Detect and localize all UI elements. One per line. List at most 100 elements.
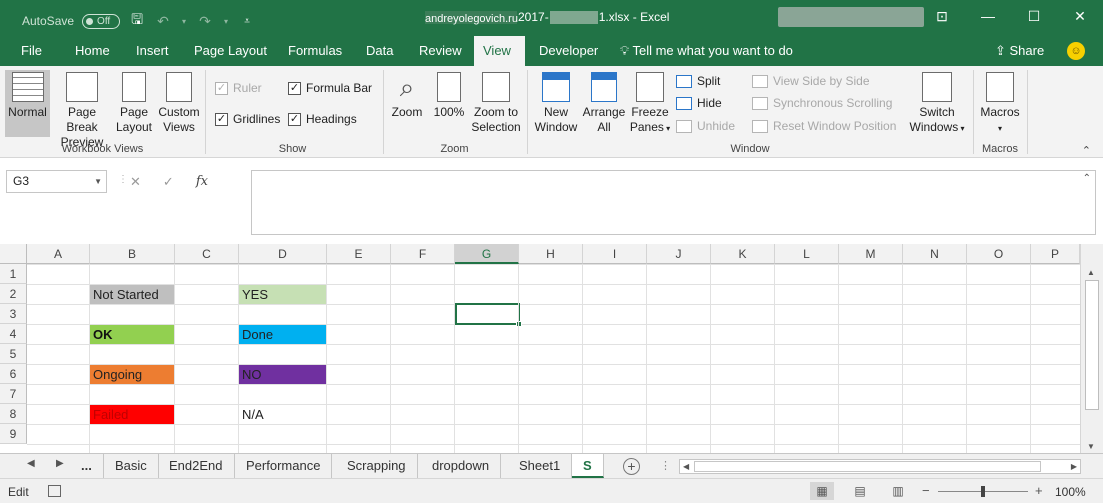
enter-icon[interactable]: ✓ — [163, 174, 174, 190]
next-sheet-icon[interactable]: ▶ — [56, 458, 64, 469]
column-header-f[interactable]: F — [391, 244, 455, 264]
cell-d6[interactable]: NO — [239, 365, 326, 384]
fill-handle[interactable] — [516, 321, 522, 327]
row-header-4[interactable]: 4 — [0, 324, 27, 344]
column-header-c[interactable]: C — [175, 244, 239, 264]
insert-function-icon[interactable]: fx — [196, 174, 208, 189]
column-header-d[interactable]: D — [239, 244, 327, 264]
zoom-in-icon[interactable]: + — [1035, 483, 1043, 498]
row-header-5[interactable]: 5 — [0, 344, 27, 364]
tab-insert[interactable]: Insert — [127, 36, 178, 66]
sheet-tab-end2end[interactable]: End2End — [158, 454, 235, 478]
cell-d8[interactable]: N/A — [239, 405, 326, 424]
column-header-o[interactable]: O — [967, 244, 1031, 264]
normal-view-status-icon[interactable]: ▦ — [810, 482, 834, 500]
switch-windows-button[interactable]: Switch Windows ▾ — [905, 70, 969, 136]
ribbon-display-icon[interactable]: ⊡ — [919, 0, 965, 32]
horizontal-scrollbar[interactable]: ◀ ▶ — [679, 459, 1081, 474]
tab-review[interactable]: Review — [410, 36, 471, 66]
row-header-3[interactable]: 3 — [0, 304, 27, 324]
column-header-p[interactable]: P — [1031, 244, 1080, 264]
sheet-tab-scrapping[interactable]: Scrapping — [336, 454, 418, 478]
cell-b2[interactable]: Not Started — [90, 285, 174, 304]
customize-qat-icon[interactable]: ⩡ — [238, 16, 256, 27]
cell-b6[interactable]: Ongoing — [90, 365, 174, 384]
redo-dropdown-icon[interactable]: ▾ — [222, 17, 230, 26]
column-header-h[interactable]: H — [519, 244, 583, 264]
undo-dropdown-icon[interactable]: ▾ — [180, 17, 188, 26]
formula-bar-checkbox[interactable]: ✓ Formula Bar — [288, 81, 372, 95]
name-box[interactable]: G3 ▼ — [6, 170, 107, 193]
scroll-right-icon[interactable]: ▶ — [1071, 460, 1077, 473]
sheet-tab-sheet1[interactable]: Sheet1 — [508, 454, 573, 478]
row-header-6[interactable]: 6 — [0, 364, 27, 384]
tab-developer[interactable]: Developer — [530, 36, 607, 66]
unhide-button[interactable]: Unhide — [676, 119, 735, 133]
column-header-m[interactable]: M — [839, 244, 903, 264]
zoom-button[interactable]: ⌕ Zoom — [388, 70, 426, 120]
zoom-100-button[interactable]: 100% — [432, 70, 466, 120]
column-header-a[interactable]: A — [27, 244, 90, 264]
tab-view[interactable]: View — [474, 36, 525, 66]
row-header-9[interactable]: 9 — [0, 424, 27, 444]
arrange-all-button[interactable]: Arrange All — [581, 70, 627, 135]
column-header-e[interactable]: E — [327, 244, 391, 264]
cell-d2[interactable]: YES — [239, 285, 326, 304]
zoom-to-selection-button[interactable]: Zoom to Selection — [470, 70, 522, 135]
horizontal-scroll-thumb[interactable] — [694, 461, 1041, 472]
row-header-8[interactable]: 8 — [0, 404, 27, 424]
active-cell-g3[interactable] — [455, 303, 522, 327]
chevron-down-icon[interactable]: ▼ — [94, 171, 102, 192]
tab-splitter-icon[interactable]: ⋮ — [660, 459, 671, 472]
autosave-toggle[interactable]: Off — [82, 13, 121, 29]
page-layout-status-icon[interactable]: ▤ — [848, 482, 872, 500]
tab-file[interactable]: File — [12, 36, 51, 66]
zoom-slider[interactable] — [938, 486, 1028, 497]
zoom-out-icon[interactable]: − — [922, 483, 930, 498]
scroll-down-icon[interactable]: ▼ — [1087, 442, 1095, 451]
gridlines-checkbox[interactable]: ✓ Gridlines — [215, 112, 280, 126]
synchronous-scrolling-button[interactable]: Synchronous Scrolling — [752, 96, 892, 110]
formula-input[interactable]: ⌃ — [251, 170, 1096, 235]
sheet-tab-dropdown[interactable]: dropdown — [421, 454, 502, 478]
collapse-ribbon-icon[interactable]: ⌃ — [1082, 144, 1091, 157]
share-button[interactable]: ⇪ Share — [995, 36, 1044, 66]
macros-button[interactable]: Macros ▾ — [978, 70, 1022, 136]
ruler-checkbox[interactable]: ✓ Ruler — [215, 81, 262, 95]
undo-icon[interactable]: ↶ — [154, 13, 172, 30]
row-header-7[interactable]: 7 — [0, 384, 27, 404]
new-window-button[interactable]: New Window — [532, 70, 580, 135]
page-break-status-icon[interactable]: ▥ — [886, 482, 910, 500]
zoom-slider-knob[interactable] — [981, 486, 985, 497]
page-break-preview-button[interactable]: Page Break Preview — [52, 70, 112, 150]
collapse-formula-bar-icon[interactable]: ⌃ — [1083, 173, 1091, 184]
headings-checkbox[interactable]: ✓ Headings — [288, 112, 357, 126]
column-header-n[interactable]: N — [903, 244, 967, 264]
tell-me-search[interactable]: 💡︎ Tell me what you want to do — [620, 36, 793, 66]
cell-d4[interactable]: Done — [239, 325, 326, 344]
reset-window-position-button[interactable]: Reset Window Position — [752, 119, 896, 133]
feedback-smiley-icon[interactable]: ☺ — [1067, 42, 1085, 60]
column-header-k[interactable]: K — [711, 244, 775, 264]
vertical-scrollbar[interactable]: ▲ ▼ — [1080, 244, 1103, 453]
cancel-icon[interactable]: ✕ — [130, 174, 141, 190]
normal-view-button[interactable]: Normal — [5, 70, 50, 137]
page-layout-view-button[interactable]: Page Layout — [114, 70, 154, 135]
zoom-level[interactable]: 100% — [1055, 485, 1086, 499]
prev-sheet-icon[interactable]: ◀ — [27, 458, 35, 469]
tab-page-layout[interactable]: Page Layout — [185, 36, 276, 66]
sheet-tab-basic[interactable]: Basic — [103, 454, 159, 478]
vertical-scroll-thumb[interactable] — [1085, 280, 1099, 410]
add-sheet-icon[interactable]: + — [623, 458, 640, 475]
column-header-i[interactable]: I — [583, 244, 647, 264]
redo-icon[interactable]: ↷ — [196, 13, 214, 30]
tab-formulas[interactable]: Formulas — [279, 36, 351, 66]
column-header-b[interactable]: B — [90, 244, 175, 264]
sheet-tab-active[interactable]: S — [572, 454, 604, 478]
custom-views-button[interactable]: Custom Views — [156, 70, 202, 135]
column-header-g[interactable]: G — [455, 244, 519, 264]
cell-b4[interactable]: OK — [90, 325, 174, 344]
sheet-tab-overflow[interactable]: ... — [70, 454, 103, 478]
row-header-1[interactable]: 1 — [0, 264, 27, 284]
minimize-icon[interactable]: — — [965, 0, 1011, 32]
